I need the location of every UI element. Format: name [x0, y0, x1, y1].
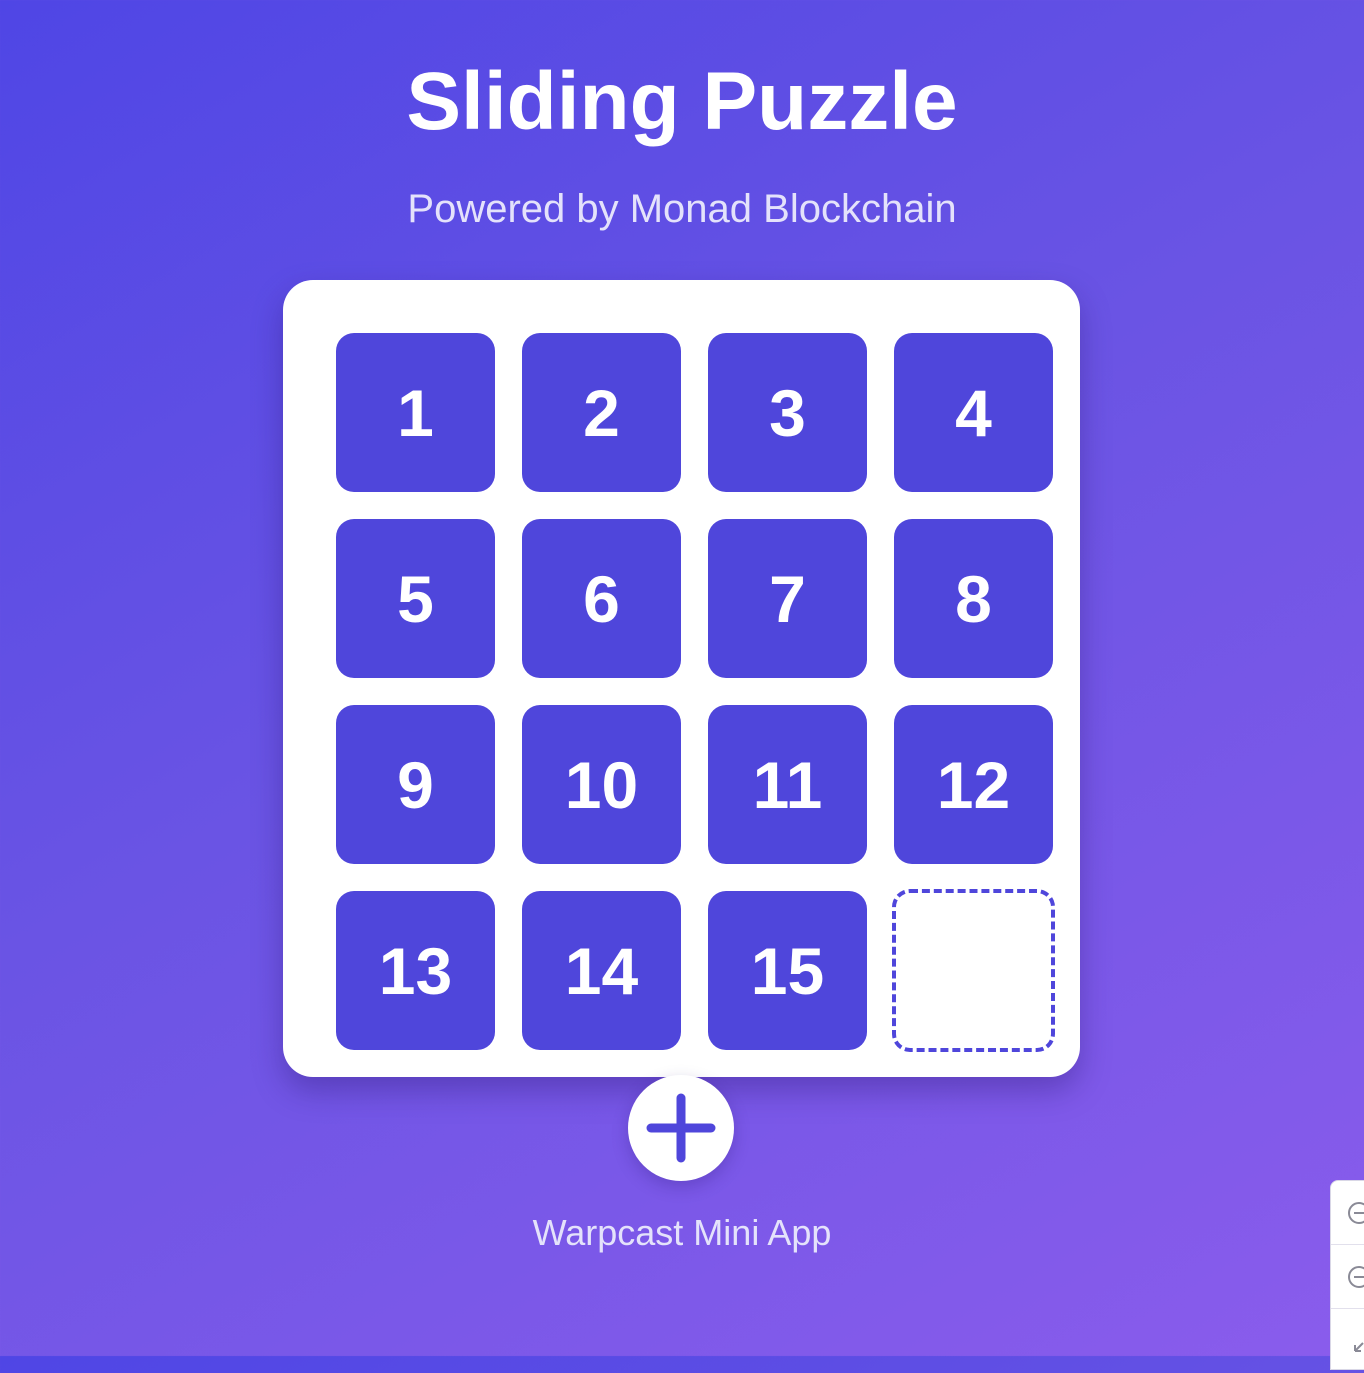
puzzle-tile[interactable]: 13 — [336, 891, 495, 1050]
puzzle-tile[interactable]: 10 — [522, 705, 681, 864]
plus-icon — [646, 1093, 716, 1163]
zoom-in-button[interactable] — [1331, 1181, 1364, 1245]
collapse-button[interactable] — [1331, 1309, 1364, 1373]
puzzle-tile[interactable]: 8 — [894, 519, 1053, 678]
puzzle-tile[interactable]: 9 — [336, 705, 495, 864]
zoom-out-icon — [1348, 1265, 1364, 1288]
puzzle-tile[interactable]: 3 — [708, 333, 867, 492]
puzzle-tile[interactable]: 6 — [522, 519, 681, 678]
zoom-out-button[interactable] — [1331, 1245, 1364, 1309]
footer-label: Warpcast Mini App — [532, 1212, 832, 1253]
puzzle-tile[interactable]: 2 — [522, 333, 681, 492]
puzzle-tile[interactable]: 4 — [894, 333, 1053, 492]
puzzle-tile[interactable]: 12 — [894, 705, 1053, 864]
puzzle-tile[interactable]: 7 — [708, 519, 867, 678]
side-toolbar — [1330, 1180, 1364, 1370]
zoom-in-icon — [1348, 1201, 1364, 1224]
empty-slot — [892, 889, 1055, 1052]
puzzle-tile[interactable]: 14 — [522, 891, 681, 1050]
page-subtitle: Powered by Monad Blockchain — [407, 187, 957, 231]
puzzle-tile[interactable]: 1 — [336, 333, 495, 492]
puzzle-tile[interactable]: 5 — [336, 519, 495, 678]
page-title: Sliding Puzzle — [406, 56, 958, 147]
collapse-icon — [1354, 1342, 1364, 1352]
puzzle-tile[interactable]: 11 — [708, 705, 867, 864]
puzzle-board: 1 2 3 4 5 6 7 8 9 10 11 12 13 14 15 — [283, 280, 1080, 1077]
add-button[interactable] — [628, 1075, 734, 1181]
puzzle-tile[interactable]: 15 — [708, 891, 867, 1050]
